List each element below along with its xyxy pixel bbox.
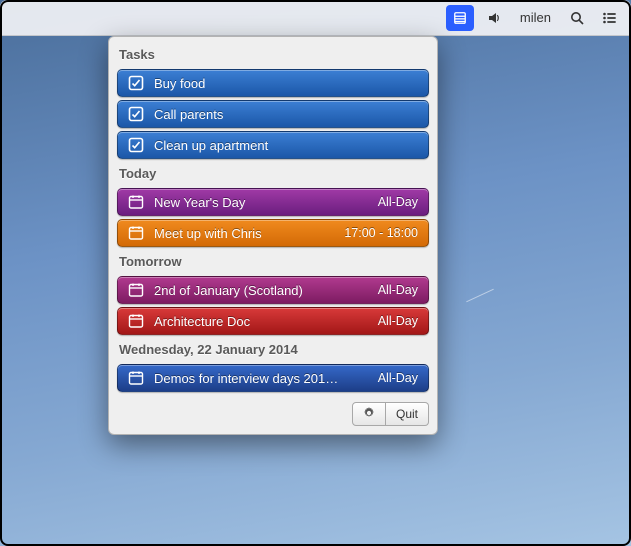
task-title: Clean up apartment [154,138,418,153]
event-row[interactable]: 2nd of January (Scotland) All-Day [117,276,429,304]
app-menubar-icon[interactable] [448,7,472,29]
menubar: milen [0,0,631,36]
volume-icon[interactable] [484,8,504,28]
task-row[interactable]: Buy food [117,69,429,97]
settings-button[interactable] [352,402,386,426]
event-row[interactable]: New Year's Day All-Day [117,188,429,216]
task-title: Buy food [154,76,418,91]
event-title: Architecture Doc [154,314,368,329]
section-header: Tasks [117,43,429,66]
event-title: Meet up with Chris [154,226,334,241]
spotlight-icon[interactable] [567,8,587,28]
calendar-icon [128,282,144,298]
panel-footer: Quit [117,402,429,426]
event-title: Demos for interview days 201… [154,371,368,386]
calendar-icon [128,194,144,210]
menubar-username[interactable]: milen [516,10,555,25]
checkbox-icon [128,137,144,153]
gear-icon [363,407,375,422]
section-header: Today [117,162,429,185]
event-title: New Year's Day [154,195,368,210]
checkbox-icon [128,106,144,122]
task-row[interactable]: Call parents [117,100,429,128]
checkbox-icon [128,75,144,91]
event-time: 17:00 - 18:00 [344,226,418,240]
quit-label: Quit [396,407,418,421]
calendar-icon [128,370,144,386]
task-row[interactable]: Clean up apartment [117,131,429,159]
section-header: Wednesday, 22 January 2014 [117,338,429,361]
event-time: All-Day [378,195,418,209]
notification-center-icon[interactable] [599,8,619,28]
task-title: Call parents [154,107,418,122]
event-row[interactable]: Meet up with Chris 17:00 - 18:00 [117,219,429,247]
event-title: 2nd of January (Scotland) [154,283,368,298]
popover-panel: Tasks Buy food Call parents Clean up apa… [108,36,438,435]
quit-button[interactable]: Quit [386,402,429,426]
calendar-icon [128,313,144,329]
calendar-icon [128,225,144,241]
section-header: Tomorrow [117,250,429,273]
event-row[interactable]: Architecture Doc All-Day [117,307,429,335]
event-time: All-Day [378,371,418,385]
event-time: All-Day [378,314,418,328]
desktop-streak [466,289,494,303]
event-time: All-Day [378,283,418,297]
event-row[interactable]: Demos for interview days 201… All-Day [117,364,429,392]
